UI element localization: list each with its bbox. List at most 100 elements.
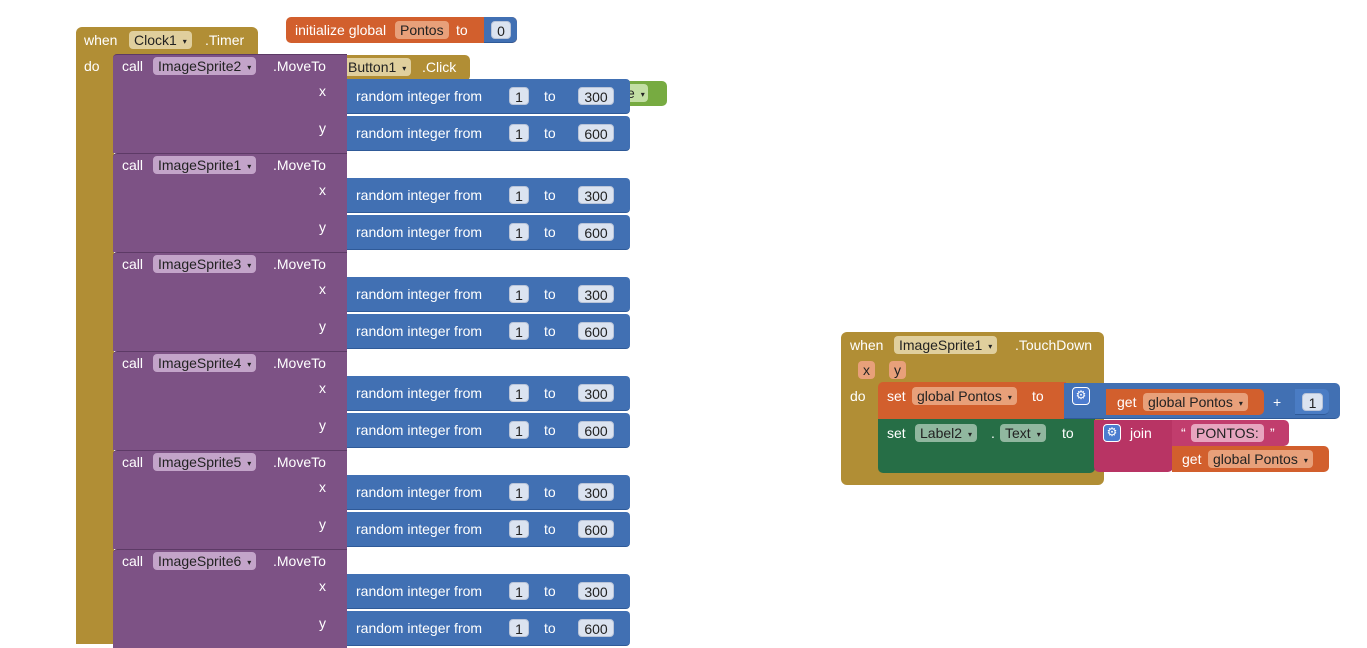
random-integer-label: random integer from bbox=[356, 88, 483, 104]
set-label-property-dropdown[interactable]: Text ▾ bbox=[1000, 424, 1046, 442]
touchdown-component-dropdown[interactable]: ImageSprite1 ▾ bbox=[894, 336, 998, 354]
random-from-field-x[interactable]: 1 bbox=[509, 87, 529, 105]
moveto-y-param-label: y bbox=[319, 318, 326, 334]
set-label-component-dropdown[interactable]: Label2 ▾ bbox=[915, 424, 978, 442]
moveto-x-param-label: x bbox=[319, 182, 326, 198]
text-string-open-quote: “ bbox=[1181, 425, 1186, 441]
random-to-field-x[interactable]: 300 bbox=[578, 285, 614, 303]
moveto-x-param-label: x bbox=[319, 380, 326, 396]
moveto-x-param-label: x bbox=[319, 83, 326, 99]
random-integer-label: random integer from bbox=[356, 422, 483, 438]
moveto-sprite-dropdown[interactable]: ImageSprite5 ▾ bbox=[153, 453, 257, 471]
clock-timer-body bbox=[76, 54, 114, 644]
random-to-field-x[interactable]: 300 bbox=[578, 384, 614, 402]
random-to-label: to bbox=[544, 88, 556, 104]
get-global-var-dropdown-2[interactable]: global Pontos ▾ bbox=[1208, 450, 1313, 468]
moveto-method-label: .MoveTo bbox=[273, 553, 326, 569]
moveto-y-param-label: y bbox=[319, 120, 326, 136]
random-from-field-x[interactable]: 1 bbox=[509, 483, 529, 501]
random-from-field-x[interactable]: 1 bbox=[509, 285, 529, 303]
random-to-field-x[interactable]: 300 bbox=[578, 582, 614, 600]
moveto-y-param-label: y bbox=[319, 219, 326, 235]
random-to-label: to bbox=[544, 521, 556, 537]
set-label-to-label: to bbox=[1062, 425, 1074, 441]
touchdown-param-x[interactable]: x bbox=[858, 361, 875, 379]
random-to-label: to bbox=[544, 125, 556, 141]
moveto-method-label: .MoveTo bbox=[273, 157, 326, 173]
random-from-field-x[interactable]: 1 bbox=[509, 582, 529, 600]
random-from-field-y[interactable]: 1 bbox=[509, 223, 529, 241]
button-click-component-dropdown[interactable]: Button1 ▾ bbox=[343, 58, 412, 76]
moveto-call-label: call bbox=[122, 256, 144, 272]
addition-plus-label: + bbox=[1273, 394, 1282, 410]
random-to-field-y[interactable]: 600 bbox=[578, 124, 614, 142]
random-to-label: to bbox=[544, 620, 556, 636]
random-to-field-y[interactable]: 600 bbox=[578, 322, 614, 340]
set-label-text-label: set bbox=[887, 425, 906, 441]
moveto-call-label: call bbox=[122, 355, 144, 371]
random-to-label: to bbox=[544, 224, 556, 240]
random-integer-label: random integer from bbox=[356, 286, 483, 302]
init-global-to-label: to bbox=[456, 22, 468, 38]
init-global-label: initialize global bbox=[295, 22, 387, 38]
random-to-label: to bbox=[544, 385, 556, 401]
random-from-field-y[interactable]: 1 bbox=[509, 124, 529, 142]
moveto-call-label: call bbox=[122, 157, 144, 173]
set-global-var-dropdown[interactable]: global Pontos ▾ bbox=[912, 387, 1017, 405]
random-to-field-x[interactable]: 300 bbox=[578, 483, 614, 501]
moveto-sprite-dropdown[interactable]: ImageSprite1 ▾ bbox=[153, 156, 257, 174]
random-from-field-y[interactable]: 1 bbox=[509, 322, 529, 340]
random-to-field-y[interactable]: 600 bbox=[578, 421, 614, 439]
random-to-label: to bbox=[544, 187, 556, 203]
random-to-field-y[interactable]: 600 bbox=[578, 520, 614, 538]
moveto-sprite-dropdown[interactable]: ImageSprite2 ▾ bbox=[153, 57, 257, 75]
get-global-var-dropdown-1[interactable]: global Pontos ▾ bbox=[1143, 393, 1248, 411]
moveto-y-param-label: y bbox=[319, 615, 326, 631]
init-global-name-field[interactable]: Pontos bbox=[395, 21, 449, 39]
random-integer-label: random integer from bbox=[356, 187, 483, 203]
random-to-label: to bbox=[544, 583, 556, 599]
text-string-field[interactable]: PONTOS: bbox=[1191, 424, 1264, 442]
moveto-x-param-label: x bbox=[319, 281, 326, 297]
addition-number-field[interactable]: 1 bbox=[1302, 393, 1323, 411]
random-to-label: to bbox=[544, 286, 556, 302]
clock-timer-when-label: when bbox=[84, 32, 118, 48]
set-label-dot: . bbox=[991, 425, 995, 441]
random-integer-label: random integer from bbox=[356, 385, 483, 401]
clock-timer-event-label: .Timer bbox=[205, 32, 245, 48]
random-from-field-y[interactable]: 1 bbox=[509, 421, 529, 439]
random-integer-label: random integer from bbox=[356, 583, 483, 599]
join-label: join bbox=[1130, 425, 1152, 441]
moveto-method-label: .MoveTo bbox=[273, 256, 326, 272]
random-to-field-x[interactable]: 300 bbox=[578, 87, 614, 105]
random-from-field-y[interactable]: 1 bbox=[509, 520, 529, 538]
moveto-call-label: call bbox=[122, 454, 144, 470]
addition-mutator-gear-icon[interactable]: ⚙ bbox=[1072, 387, 1090, 405]
moveto-method-label: .MoveTo bbox=[273, 355, 326, 371]
random-integer-label: random integer from bbox=[356, 323, 483, 339]
set-global-label: set bbox=[887, 388, 906, 404]
random-to-field-y[interactable]: 600 bbox=[578, 619, 614, 637]
init-global-value-field[interactable]: 0 bbox=[491, 21, 511, 39]
random-to-field-x[interactable]: 300 bbox=[578, 186, 614, 204]
random-to-label: to bbox=[544, 422, 556, 438]
random-from-field-y[interactable]: 1 bbox=[509, 619, 529, 637]
random-from-field-x[interactable]: 1 bbox=[509, 384, 529, 402]
touchdown-when-label: when bbox=[850, 337, 884, 353]
touchdown-param-y[interactable]: y bbox=[889, 361, 906, 379]
join-mutator-gear-icon[interactable]: ⚙ bbox=[1103, 424, 1121, 442]
random-integer-label: random integer from bbox=[356, 125, 483, 141]
moveto-sprite-dropdown[interactable]: ImageSprite3 ▾ bbox=[153, 255, 257, 273]
touchdown-do-label: do bbox=[850, 388, 866, 404]
random-from-field-x[interactable]: 1 bbox=[509, 186, 529, 204]
moveto-sprite-dropdown[interactable]: ImageSprite6 ▾ bbox=[153, 552, 257, 570]
button-click-event-label: .Click bbox=[422, 59, 457, 75]
moveto-sprite-dropdown[interactable]: ImageSprite4 ▾ bbox=[153, 354, 257, 372]
moveto-y-param-label: y bbox=[319, 516, 326, 532]
moveto-x-param-label: x bbox=[319, 578, 326, 594]
moveto-call-label: call bbox=[122, 58, 144, 74]
clock-timer-component-dropdown[interactable]: Clock1 ▾ bbox=[129, 31, 192, 49]
random-to-label: to bbox=[544, 323, 556, 339]
random-to-field-y[interactable]: 600 bbox=[578, 223, 614, 241]
random-integer-label: random integer from bbox=[356, 521, 483, 537]
